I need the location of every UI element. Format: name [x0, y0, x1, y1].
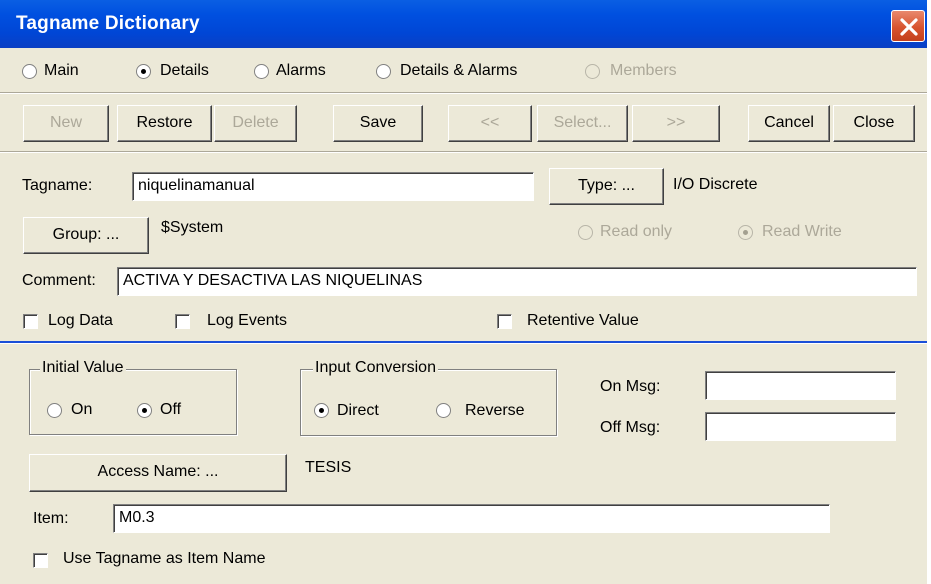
type-button[interactable]: Type: ...: [549, 168, 664, 205]
input-conversion-title: Input Conversion: [313, 359, 438, 377]
restore-button[interactable]: Restore: [117, 105, 212, 142]
log-events-label[interactable]: Log Events: [207, 312, 287, 330]
radio-details[interactable]: [136, 64, 151, 79]
comment-label: Comment:: [22, 272, 96, 289]
item-input[interactable]: M0.3: [113, 504, 830, 533]
read-write-label: Read Write: [762, 223, 842, 240]
initial-off-label[interactable]: Off: [160, 401, 181, 419]
next-button: >>: [632, 105, 720, 142]
radio-initial-on[interactable]: [47, 403, 62, 418]
save-button[interactable]: Save: [333, 105, 423, 142]
select-button: Select...: [537, 105, 628, 142]
use-tagname-checkbox[interactable]: [33, 553, 48, 568]
close-icon: [900, 18, 918, 36]
log-events-checkbox[interactable]: [175, 314, 190, 329]
title-bar[interactable]: Tagname Dictionary: [0, 0, 927, 48]
access-name-value: TESIS: [305, 459, 352, 476]
radio-initial-off[interactable]: [137, 403, 152, 418]
initial-value-title: Initial Value: [40, 359, 126, 377]
radio-details-alarms-label[interactable]: Details & Alarms: [400, 62, 517, 80]
tagname-input[interactable]: niquelinamanual: [132, 172, 534, 201]
tagname-dictionary-window: Tagname Dictionary Main Details Alarms D…: [0, 0, 927, 584]
group-button[interactable]: Group: ...: [23, 217, 149, 254]
off-msg-label: Off Msg:: [600, 419, 661, 436]
radio-direct[interactable]: [314, 403, 329, 418]
cancel-button[interactable]: Cancel: [748, 105, 830, 142]
radio-alarms[interactable]: [254, 64, 269, 79]
divider: [0, 152, 927, 153]
direct-label[interactable]: Direct: [337, 402, 379, 420]
radio-members: [585, 64, 600, 79]
divider: [0, 93, 927, 94]
off-msg-input[interactable]: [705, 412, 896, 441]
access-name-button[interactable]: Access Name: ...: [29, 454, 287, 492]
log-data-label[interactable]: Log Data: [48, 312, 113, 330]
radio-main-label[interactable]: Main: [44, 62, 79, 80]
group-value: $System: [161, 219, 224, 236]
radio-read-only: [578, 225, 593, 240]
comment-input[interactable]: ACTIVA Y DESACTIVA LAS NIQUELINAS: [117, 267, 917, 296]
tagname-label: Tagname:: [22, 177, 93, 194]
radio-details-alarms[interactable]: [376, 64, 391, 79]
use-tagname-label[interactable]: Use Tagname as Item Name: [63, 550, 265, 568]
radio-reverse[interactable]: [436, 403, 451, 418]
window-edge: [927, 0, 931, 584]
divider: [0, 343, 927, 344]
retentive-value-label[interactable]: Retentive Value: [527, 312, 639, 330]
delete-button: Delete: [214, 105, 297, 142]
radio-main[interactable]: [22, 64, 37, 79]
new-button: New: [23, 105, 109, 142]
radio-read-write: [738, 225, 753, 240]
radio-alarms-label[interactable]: Alarms: [276, 62, 326, 80]
close-button[interactable]: Close: [833, 105, 915, 142]
reverse-label[interactable]: Reverse: [465, 402, 525, 420]
window-close-button[interactable]: [891, 10, 925, 42]
on-msg-input[interactable]: [705, 371, 896, 400]
read-only-label: Read only: [600, 223, 673, 240]
retentive-value-checkbox[interactable]: [497, 314, 512, 329]
item-label: Item:: [33, 510, 69, 527]
previous-button: <<: [448, 105, 532, 142]
on-msg-label: On Msg:: [600, 378, 661, 395]
initial-on-label[interactable]: On: [71, 401, 92, 419]
radio-members-label: Members: [610, 62, 677, 79]
initial-value-group: [29, 369, 237, 435]
window-title: Tagname Dictionary: [16, 13, 200, 34]
type-value: I/O Discrete: [673, 176, 758, 193]
log-data-checkbox[interactable]: [23, 314, 38, 329]
radio-details-label[interactable]: Details: [160, 62, 209, 80]
